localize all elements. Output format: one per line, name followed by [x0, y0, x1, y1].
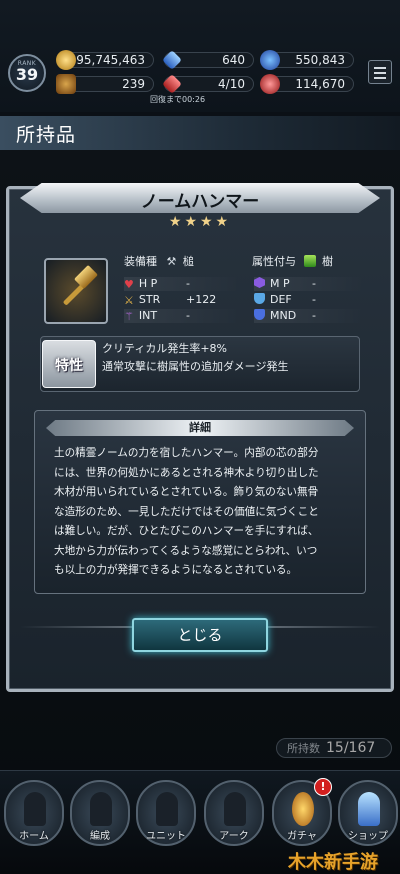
- weapon-type-value: 槌: [182, 255, 194, 268]
- nav-ark[interactable]: アーク: [204, 780, 264, 846]
- party-icon: [90, 792, 112, 826]
- recover-timer: 回復まで00:26: [150, 95, 206, 104]
- trait-badge: 特性: [42, 340, 96, 388]
- nav-party-label: 編成: [90, 831, 110, 842]
- notification-badge: !: [314, 778, 332, 796]
- nav-ark-label: アーク: [219, 831, 249, 842]
- menu-icon: [374, 67, 386, 69]
- gold-counter: 95,745,463: [56, 50, 154, 70]
- mind-shield-icon: [254, 309, 265, 320]
- nav-party[interactable]: 編成: [70, 780, 130, 846]
- gold-coin-icon: [56, 50, 76, 70]
- close-button[interactable]: とじる: [132, 618, 268, 652]
- detail-title: 詳細: [189, 421, 211, 434]
- stamina-value: 4/10: [218, 77, 245, 91]
- stat-mp: M P -: [254, 277, 364, 291]
- sword-icon: ⚔: [124, 294, 134, 307]
- nav-shop-label: ショップ: [348, 831, 388, 842]
- weapon-type-label: 装備種: [124, 255, 157, 268]
- rank-badge[interactable]: RANK 39: [8, 54, 46, 92]
- rank-value: 39: [15, 65, 39, 84]
- blue-orb-value: 550,843: [295, 53, 345, 67]
- stat-def: DEF -: [254, 293, 364, 307]
- wood-element-icon: [303, 255, 316, 267]
- page-title: 所持品: [16, 124, 77, 146]
- treasure-chest-icon: [56, 74, 76, 94]
- staff-icon: ⚚: [124, 310, 134, 323]
- blue-orb-counter[interactable]: 550,843: [260, 50, 354, 70]
- nav-home-label: ホーム: [19, 831, 49, 842]
- attribute: 属性付与 樹: [252, 253, 333, 269]
- stat-str: ⚔ STR +122: [124, 293, 217, 307]
- red-orb-icon: [260, 74, 280, 94]
- item-description: 土の精霊ノームの力を宿したハンマー。内部の芯の部分 には、世界の何処かにあるとさ…: [54, 447, 319, 576]
- mp-crystal-icon: [254, 277, 265, 288]
- attribute-value: 樹: [322, 255, 333, 268]
- stat-hp: ♥ H P -: [124, 277, 240, 291]
- menu-button[interactable]: [368, 60, 392, 84]
- item-name: ノームハンマー: [140, 192, 260, 212]
- chest-value: 239: [122, 77, 145, 91]
- unit-icon: [156, 792, 178, 826]
- nav-shop[interactable]: ショップ: [338, 780, 398, 846]
- trait-line-1: クリティカル発生率+8%: [102, 342, 228, 355]
- stat-mnd: MND -: [254, 309, 364, 323]
- gem-value: 640: [222, 53, 245, 67]
- red-orb-counter[interactable]: 114,670: [260, 74, 354, 94]
- gacha-icon: [292, 792, 314, 826]
- red-orb-value: 114,670: [295, 77, 345, 91]
- blue-orb-icon: [260, 50, 280, 70]
- nav-unit-label: ユニット: [146, 831, 186, 842]
- item-rarity-stars: ★★★★: [168, 214, 232, 230]
- weapon-type: 装備種 ⚒ 槌: [124, 253, 194, 269]
- chest-counter: 239: [56, 74, 154, 94]
- trait-badge-label: 特性: [55, 358, 83, 374]
- watermark-text: 木木新手游: [288, 852, 378, 873]
- stamina-counter[interactable]: 4/10: [162, 74, 254, 94]
- nav-home[interactable]: ホーム: [4, 780, 64, 846]
- heart-icon: ♥: [124, 278, 134, 291]
- trait-line-2: 通常攻撃に樹属性の追加ダメージ発生: [102, 360, 289, 373]
- home-icon: [24, 792, 46, 826]
- shield-icon: [254, 293, 265, 304]
- gem-counter[interactable]: 640: [162, 50, 254, 70]
- shop-crystal-icon: [358, 792, 380, 826]
- stat-int: ⚚ INT -: [124, 309, 240, 323]
- nav-gacha-label: ガチャ: [287, 831, 317, 842]
- hammer-small-icon: ⚒: [166, 255, 177, 268]
- ark-icon: [224, 792, 246, 826]
- attribute-label: 属性付与: [252, 255, 296, 268]
- gold-value: 95,745,463: [76, 53, 145, 67]
- item-image: [44, 258, 108, 324]
- nav-unit[interactable]: ユニット: [136, 780, 196, 846]
